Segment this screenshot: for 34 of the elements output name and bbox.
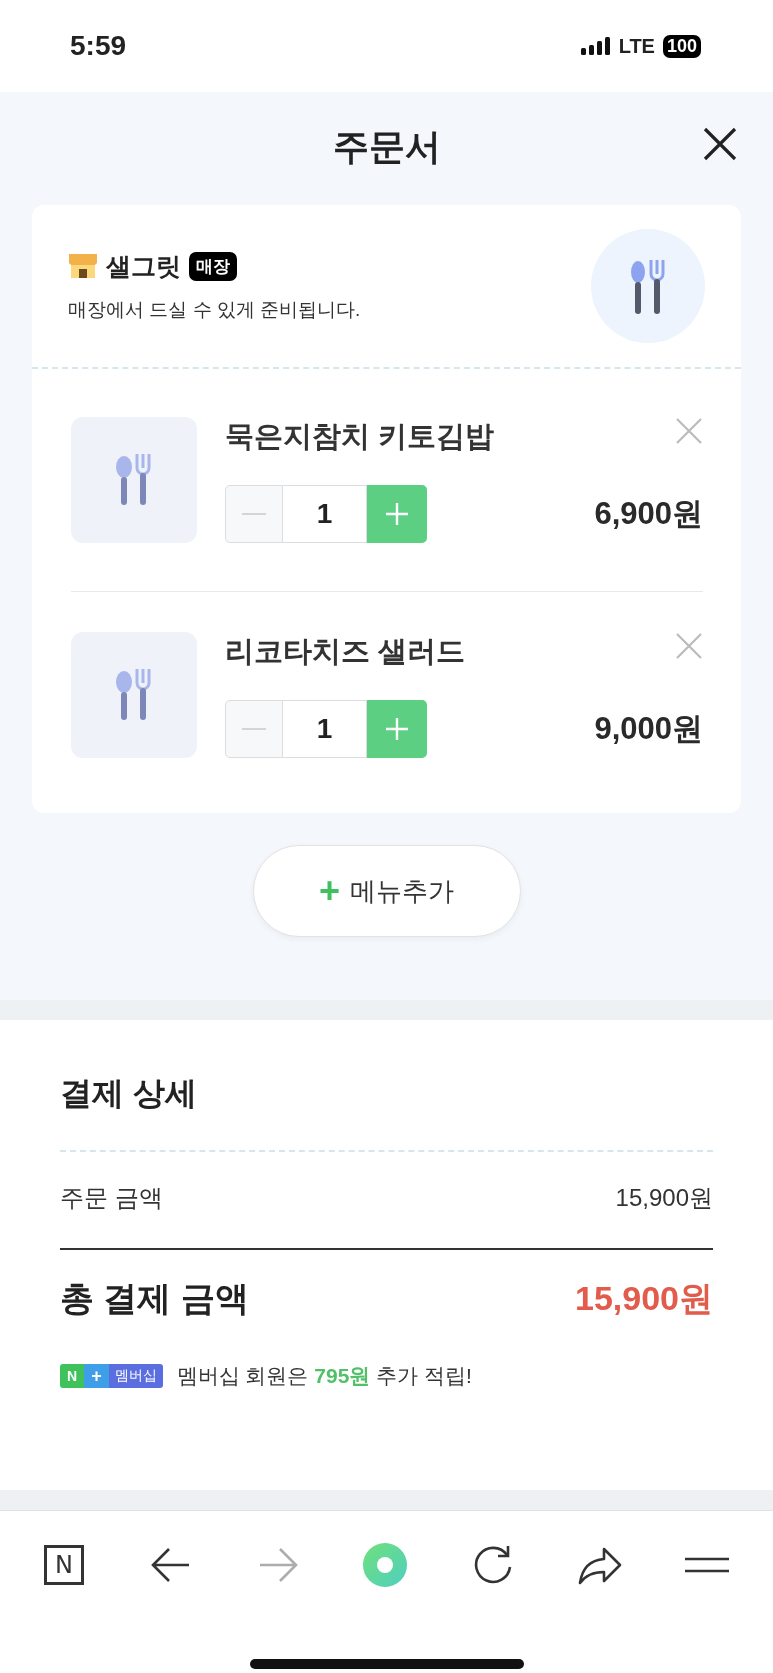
network-label: LTE — [618, 34, 655, 58]
cutlery-icon — [591, 229, 705, 343]
shop-icon — [68, 251, 98, 281]
close-button[interactable] — [702, 126, 738, 162]
order-amount: 15,900원 — [615, 1183, 713, 1213]
item-price: 9,000원 — [594, 710, 703, 748]
battery-indicator: 100 — [662, 34, 701, 58]
home-button[interactable] — [361, 1541, 410, 1589]
cutlery-icon — [71, 417, 197, 543]
minus-icon — [242, 727, 266, 731]
store-name: 샐그릿 — [106, 250, 181, 282]
status-time: 5:59 — [70, 30, 127, 62]
total-label: 총 결제 금액 — [60, 1278, 249, 1319]
ring-icon — [361, 1541, 410, 1589]
item-price: 6,900원 — [594, 495, 703, 533]
signal-icon — [580, 37, 611, 55]
plus-icon — [385, 502, 409, 526]
section-title: 결제 상세 — [60, 1074, 198, 1113]
remove-button[interactable] — [675, 417, 703, 445]
remove-button[interactable] — [675, 632, 703, 660]
order-amount-label: 주문 금액 — [60, 1183, 163, 1213]
minus-icon — [242, 512, 266, 516]
menu-item-name: 리코타치즈 샐러드 — [225, 634, 466, 669]
plus-icon — [385, 717, 409, 741]
total-amount: 15,900원 — [575, 1278, 713, 1319]
dine-in-badge: 매장 — [189, 251, 237, 281]
menu-item-name: 묵은지참치 키토김밥 — [225, 419, 495, 454]
increase-button[interactable] — [367, 700, 427, 758]
store-note: 매장에서 드실 수 있게 준비됩니다. — [68, 297, 361, 322]
add-menu-button[interactable]: + 메뉴추가 — [252, 845, 521, 937]
cutlery-icon — [71, 632, 197, 758]
increase-button[interactable] — [367, 485, 427, 543]
membership-message: 멤버십 회원은 795원 추가 적립! — [176, 1363, 472, 1389]
page-title: 주문서 — [332, 124, 441, 169]
